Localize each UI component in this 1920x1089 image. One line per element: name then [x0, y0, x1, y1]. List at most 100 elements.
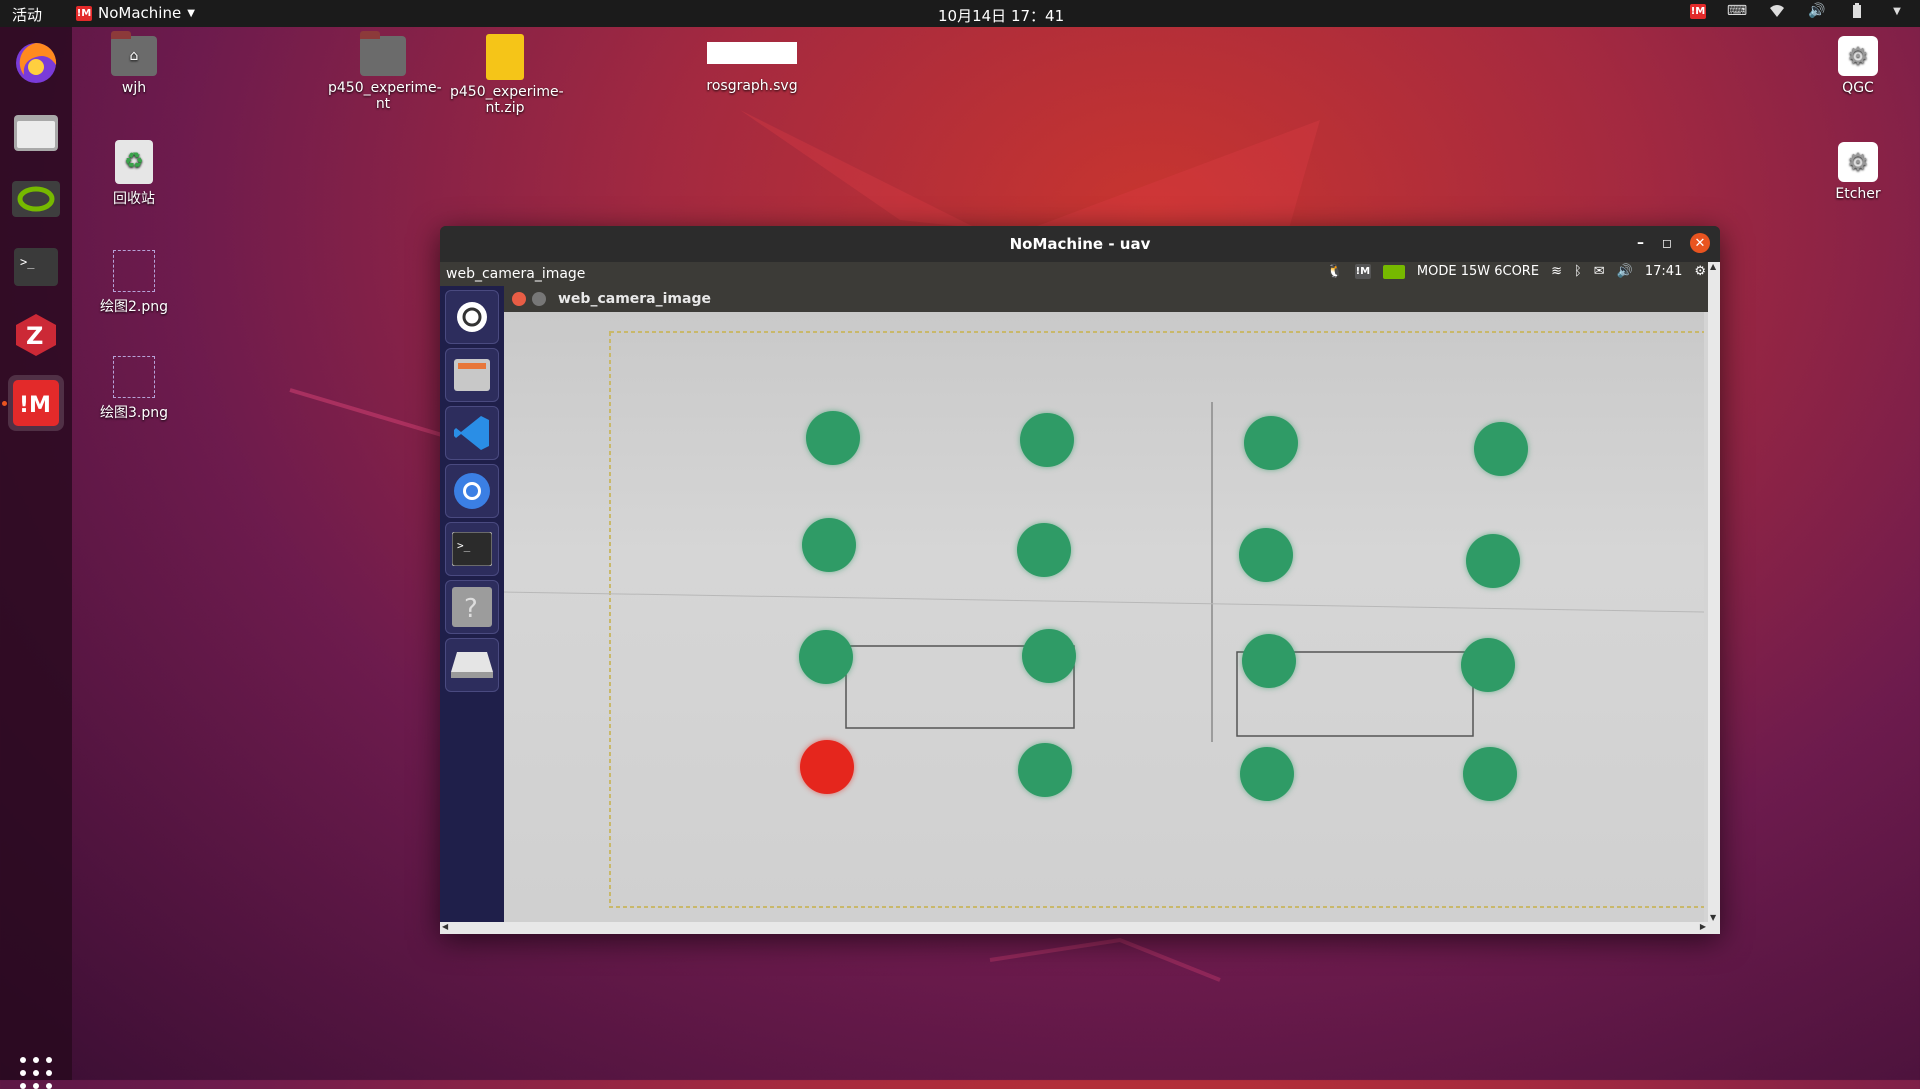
nomachine-icon: !M	[76, 5, 92, 21]
desktop-icon-label: QGC	[1842, 80, 1874, 96]
launcher-ubuntu[interactable]	[445, 290, 499, 344]
image-window-title: web_camera_image	[558, 291, 711, 307]
dock-nomachine[interactable]: !M	[8, 375, 64, 431]
scroll-left-icon[interactable]: ◀	[442, 922, 448, 931]
power-mode-label[interactable]: MODE 15W 6CORE	[1417, 264, 1539, 279]
launcher-terminal[interactable]: >_	[445, 522, 499, 576]
dock: >_ Z !M	[0, 27, 72, 1089]
volume-icon[interactable]: 🔊	[1617, 264, 1633, 279]
desktop-icon-label: 回收站	[113, 191, 155, 207]
zip-archive-icon	[486, 34, 524, 80]
scroll-right-icon[interactable]: ▶	[1700, 922, 1706, 931]
ubuntu-icon	[457, 302, 487, 332]
scroll-down-icon[interactable]: ▼	[1710, 913, 1716, 922]
linux-icon[interactable]: 🐧	[1327, 264, 1343, 279]
svg-text:!M: !M	[19, 393, 51, 418]
show-applications-button[interactable]	[20, 1057, 52, 1089]
nomachine-window[interactable]: NoMachine - uav – ◻ ✕ web_camera_image 🐧…	[440, 226, 1720, 934]
desktop-icon-etcher[interactable]: ⚙ Etcher	[1803, 142, 1913, 202]
wifi-icon[interactable]	[1768, 3, 1786, 19]
app-menu[interactable]: !M NoMachine ▼	[76, 4, 195, 22]
svg-thumbnail-icon	[707, 42, 797, 64]
desktop-icon-zip[interactable]: p450_experime-nt.zip	[450, 34, 564, 116]
gear-icon[interactable]: ⚙	[1694, 264, 1706, 279]
minimize-icon[interactable]	[532, 292, 546, 306]
close-icon[interactable]: ✕	[1690, 233, 1710, 253]
keyboard-icon[interactable]: ⌨	[1727, 3, 1747, 19]
desktop-icon-label: p450_experime-nt	[328, 80, 442, 112]
files-icon	[14, 115, 58, 151]
launcher-vscode[interactable]	[445, 406, 499, 460]
launcher-drive[interactable]	[445, 638, 499, 692]
wifi-icon[interactable]: ≋	[1551, 264, 1562, 279]
minimize-icon[interactable]: –	[1637, 235, 1644, 251]
desktop-icon-label: rosgraph.svg	[706, 78, 798, 94]
launcher-files[interactable]	[445, 348, 499, 402]
nomachine-icon: !M	[13, 380, 59, 426]
volume-icon[interactable]: 🔊	[1808, 3, 1826, 19]
desktop-icon-svg[interactable]: rosgraph.svg	[697, 42, 807, 94]
svg-text:>_: >_	[457, 539, 471, 552]
desktop-icon-image3[interactable]: 绘图3.png	[79, 356, 189, 422]
remote-top-panel: web_camera_image 🐧 !M MODE 15W 6CORE ≋ ᛒ…	[440, 262, 1708, 286]
green-marker	[1474, 422, 1528, 476]
desktop-icon-trash[interactable]: ♻ 回收站	[79, 140, 189, 208]
green-marker	[1022, 629, 1076, 683]
mail-icon[interactable]: ✉	[1594, 264, 1605, 279]
desktop-icon-label: Etcher	[1835, 186, 1881, 202]
dock-terminal[interactable]: >_	[8, 239, 64, 295]
image-window-titlebar[interactable]: web_camera_image	[504, 286, 1708, 312]
green-marker	[1018, 743, 1072, 797]
desktop-icon-qgc[interactable]: ⚙ QGC	[1803, 36, 1913, 96]
image-thumbnail-icon	[113, 356, 155, 398]
horizontal-scrollbar[interactable]: ◀ ▶	[440, 922, 1720, 934]
remote-clock[interactable]: 17:41	[1645, 264, 1682, 279]
desktop-icon-home[interactable]: ⌂ wjh	[79, 31, 189, 96]
dock-firefox[interactable]	[8, 35, 64, 91]
file-cabinet-icon	[454, 359, 490, 391]
firefox-icon	[16, 42, 57, 83]
close-icon[interactable]	[512, 292, 526, 306]
terminal-icon: >_	[452, 532, 492, 566]
vscode-icon	[454, 416, 489, 450]
nvidia-icon[interactable]	[1382, 264, 1405, 279]
battery-icon[interactable]	[1848, 3, 1866, 19]
dock-nvidia[interactable]	[8, 171, 64, 227]
maximize-icon[interactable]: ◻	[1662, 236, 1672, 250]
folder-icon	[360, 31, 406, 76]
green-marker	[799, 630, 853, 684]
app-launcher-icon: ⚙	[1838, 36, 1878, 76]
clock[interactable]: 10月14日 17：41	[938, 5, 1064, 26]
nomachine-tray-icon[interactable]: !M	[1690, 3, 1706, 19]
green-marker	[1466, 534, 1520, 588]
green-marker	[1244, 416, 1298, 470]
image-thumbnail-icon	[113, 250, 155, 292]
launcher-chromium[interactable]	[445, 464, 499, 518]
launcher-help[interactable]: ?	[445, 580, 499, 634]
zotero-icon: Z	[16, 314, 56, 356]
scroll-up-icon[interactable]: ▲	[1710, 262, 1716, 271]
desktop-icon-label: 绘图3.png	[99, 405, 168, 421]
desktop-icon-label: p450_experime-nt.zip	[450, 84, 564, 116]
window-titlebar[interactable]: NoMachine - uav – ◻ ✕	[440, 226, 1720, 262]
camera-image-window[interactable]: web_camera_image	[504, 286, 1708, 922]
svg-text:Z: Z	[26, 322, 43, 350]
bluetooth-icon[interactable]: ᛒ	[1574, 264, 1582, 279]
green-marker	[1017, 523, 1071, 577]
nomachine-tray-icon[interactable]: !M	[1354, 264, 1371, 279]
dock-files[interactable]	[8, 103, 64, 159]
help-icon: ?	[452, 587, 492, 627]
activities-button[interactable]: 活动	[12, 4, 42, 25]
desktop-icon-image2[interactable]: 绘图2.png	[79, 250, 189, 316]
system-tray[interactable]: !M ⌨ 🔊 ▼	[1690, 3, 1906, 19]
camera-floor-markings	[504, 331, 1704, 908]
window-title: NoMachine - uav	[1009, 235, 1151, 253]
chevron-down-icon[interactable]: ▼	[1888, 3, 1906, 19]
remote-desktop-view[interactable]: web_camera_image 🐧 !M MODE 15W 6CORE ≋ ᛒ…	[440, 262, 1708, 922]
vertical-scrollbar[interactable]: ▲ ▼	[1708, 262, 1720, 922]
green-marker	[1461, 638, 1515, 692]
trash-icon: ♻	[115, 140, 153, 184]
running-indicator	[2, 401, 7, 406]
dock-zotero[interactable]: Z	[8, 307, 64, 363]
desktop-icon-folder[interactable]: p450_experime-nt	[328, 31, 442, 112]
